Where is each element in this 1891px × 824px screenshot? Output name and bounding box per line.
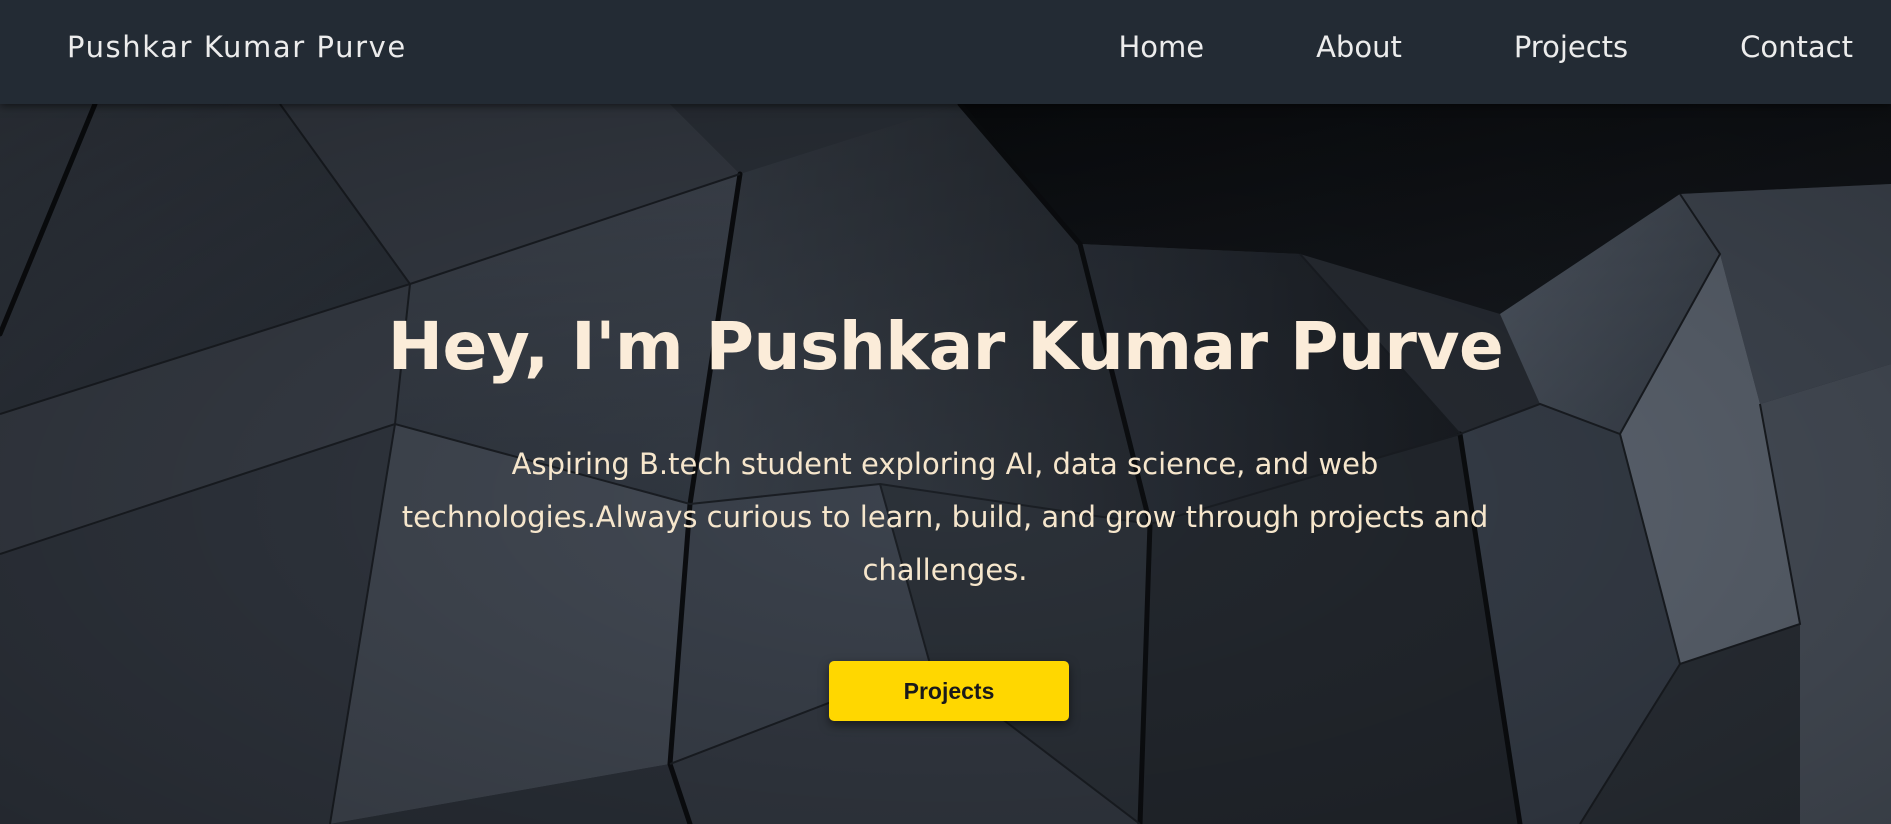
nav-links: Home About Projects Contact xyxy=(1118,30,1853,64)
nav-link-projects[interactable]: Projects xyxy=(1514,30,1628,64)
hero-title: Hey, I'm Pushkar Kumar Purve xyxy=(387,308,1504,385)
nav-link-about[interactable]: About xyxy=(1316,30,1402,64)
navbar: Pushkar Kumar Purve Home About Projects … xyxy=(0,0,1891,104)
hero-section: Hey, I'm Pushkar Kumar Purve Aspiring B.… xyxy=(0,104,1891,824)
projects-button[interactable]: Projects xyxy=(829,661,1069,721)
page: Pushkar Kumar Purve Home About Projects … xyxy=(0,0,1891,824)
nav-link-contact[interactable]: Contact xyxy=(1740,30,1853,64)
brand-name[interactable]: Pushkar Kumar Purve xyxy=(67,30,407,64)
nav-link-home[interactable]: Home xyxy=(1118,30,1204,64)
hero-subtitle: Aspiring B.tech student exploring AI, da… xyxy=(401,447,1489,587)
